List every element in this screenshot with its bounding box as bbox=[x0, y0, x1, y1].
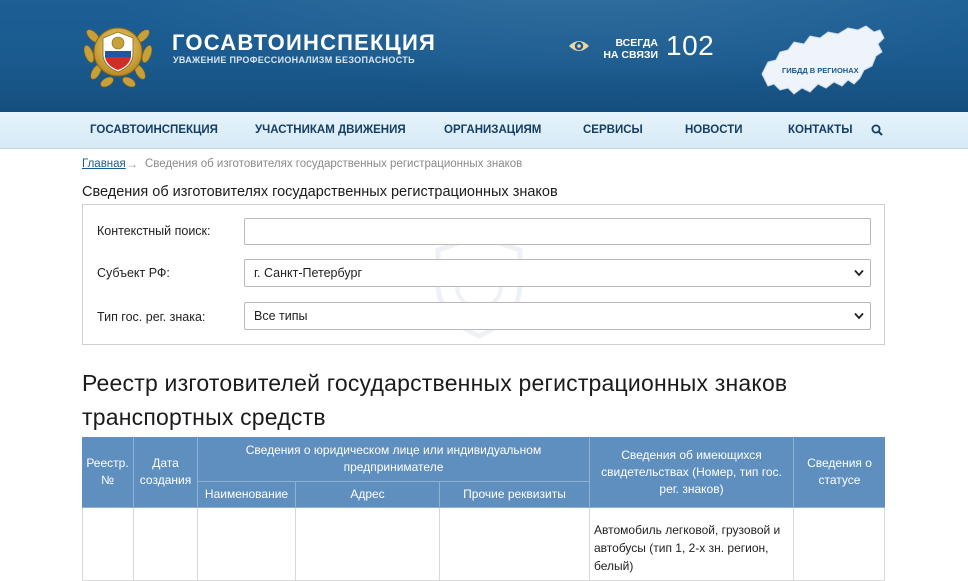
column-header-reg-no[interactable]: Реестр. № bbox=[82, 437, 134, 508]
regions-label[interactable]: ГИБДД В РЕГИОНАХ bbox=[782, 66, 859, 75]
chevron-down-icon bbox=[854, 312, 864, 320]
breadcrumb-current: Сведения об изготовителях государственны… bbox=[145, 158, 523, 170]
certificate-cell-text: Автомобиль легковой, грузовой и автобусы… bbox=[594, 523, 781, 573]
table-cell bbox=[296, 508, 440, 581]
site-subtitle: УВАЖЕНИЕ ПРОФЕССИОНАЛИЗМ БЕЗОПАСНОСТЬ bbox=[173, 55, 415, 65]
eye-icon[interactable] bbox=[568, 38, 590, 54]
always-line2: НА СВЯЗИ bbox=[603, 49, 658, 61]
column-header-entity: Сведения о юридическом лице или индивиду… bbox=[198, 437, 590, 482]
site-title[interactable]: ГОСАВТОИНСПЕКЦИЯ bbox=[172, 30, 436, 56]
region-label: Субъект РФ: bbox=[97, 266, 170, 280]
nav-item-news[interactable]: НОВОСТИ bbox=[685, 124, 743, 136]
table-cell bbox=[440, 508, 590, 581]
column-header-address[interactable]: Адрес bbox=[296, 482, 440, 508]
table-cell bbox=[794, 508, 885, 581]
table-cell bbox=[134, 508, 198, 581]
hotline-phone[interactable]: 102 bbox=[666, 30, 714, 62]
nav-item-gosavtoinspektsiya[interactable]: ГОСАВТОИНСПЕКЦИЯ bbox=[90, 124, 218, 136]
column-header-name[interactable]: Наименование bbox=[198, 482, 296, 508]
nav-item-contacts[interactable]: КОНТАКТЫ bbox=[788, 124, 852, 136]
registry-title-line1: Реестр изготовителей государственных рег… bbox=[82, 370, 788, 396]
plate-type-label: Тип гос. рег. знака: bbox=[97, 310, 206, 324]
search-input[interactable] bbox=[244, 218, 871, 245]
gibdd-emblem-icon[interactable] bbox=[80, 14, 156, 90]
chevron-down-icon bbox=[854, 269, 864, 277]
nav-item-services[interactable]: СЕРВИСЫ bbox=[583, 124, 643, 136]
plate-type-select[interactable]: Все типы bbox=[244, 302, 871, 330]
column-header-date[interactable]: Дата создания bbox=[134, 437, 198, 508]
region-select-value: г. Санкт-Петербург bbox=[254, 266, 363, 280]
search-icon[interactable] bbox=[871, 124, 883, 136]
nav-item-organizations[interactable]: ОРГАНИЗАЦИЯМ bbox=[444, 124, 541, 136]
search-label: Контекстный поиск: bbox=[97, 224, 211, 238]
column-header-other[interactable]: Прочие реквизиты bbox=[440, 482, 590, 508]
table-cell bbox=[198, 508, 296, 581]
breadcrumb-home-link[interactable]: Главная bbox=[82, 158, 126, 170]
plate-type-select-value: Все типы bbox=[254, 309, 308, 323]
russia-map-icon[interactable] bbox=[758, 22, 886, 100]
filters-title: Сведения об изготовителях государственны… bbox=[82, 184, 558, 200]
registry-title-line2: транспортных средств bbox=[82, 404, 326, 430]
breadcrumb-arrow-icon: → bbox=[126, 157, 138, 171]
nav-item-traffic-participants[interactable]: УЧАСТНИКАМ ДВИЖЕНИЯ bbox=[255, 124, 406, 136]
region-select[interactable]: г. Санкт-Петербург bbox=[244, 259, 871, 287]
column-header-certificates[interactable]: Сведения об имеющихся свидетельствах (Но… bbox=[590, 437, 794, 508]
column-header-status[interactable]: Сведения о статусе bbox=[794, 437, 885, 508]
always-line1: ВСЕГДА bbox=[615, 37, 658, 49]
always-connected-label: ВСЕГДА НА СВЯЗИ bbox=[600, 37, 658, 61]
table-cell bbox=[82, 508, 134, 581]
